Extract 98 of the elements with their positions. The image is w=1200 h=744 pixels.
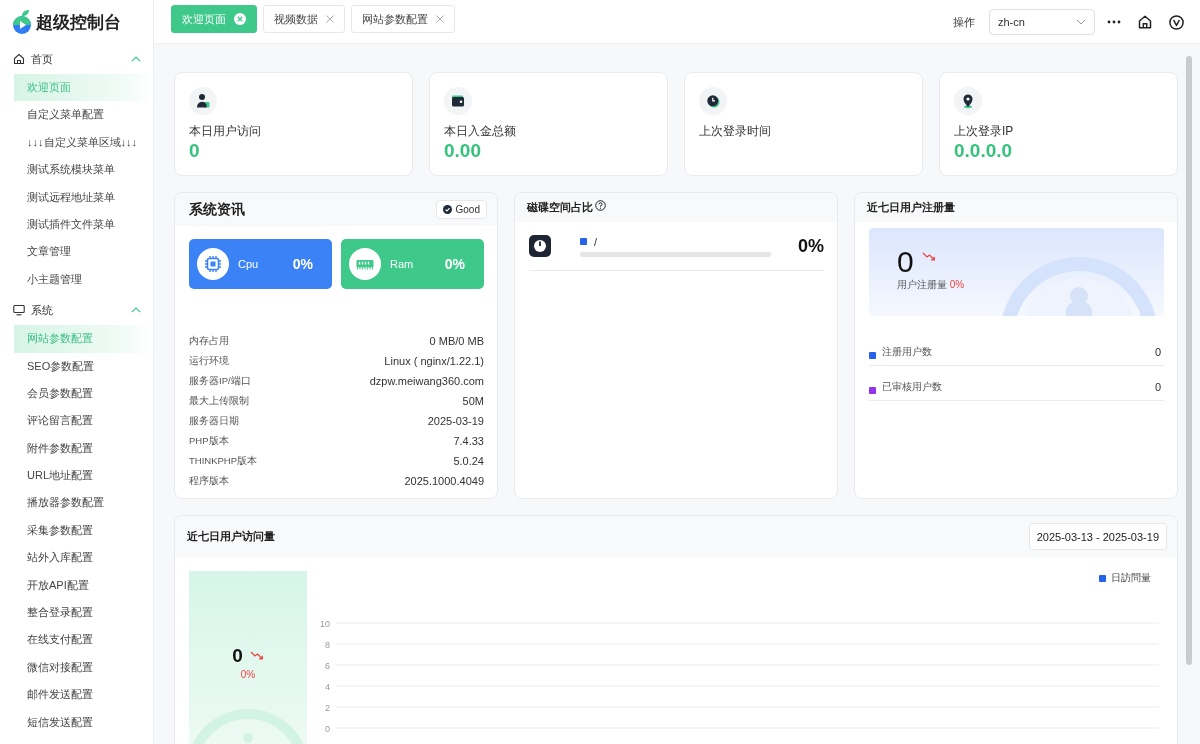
- location-pin-icon: [954, 87, 982, 115]
- menu-item[interactable]: 测试远程地址菜单: [14, 183, 153, 211]
- card-title: 磁碟空间占比: [527, 200, 593, 215]
- menu-item[interactable]: 文章管理: [14, 238, 153, 266]
- info-label: 程序版本: [189, 474, 229, 488]
- date-range-picker[interactable]: 2025-03-13 - 2025-03-19: [1028, 523, 1167, 550]
- axis-tick-label: 0: [325, 723, 330, 734]
- chevron-icon: [131, 56, 141, 62]
- info-label: THINKPHP版本: [189, 454, 258, 468]
- monitor-icon: [13, 304, 25, 317]
- axis-tick-label: 10: [320, 618, 330, 629]
- menu-item[interactable]: 自定义菜单配置: [14, 101, 153, 129]
- meter-label: Cpu: [238, 258, 259, 270]
- meter-label: Ram: [390, 258, 414, 270]
- visits-change: 0%: [240, 669, 256, 680]
- check-circle-icon: [442, 205, 452, 214]
- stat-label: 本日用户访问: [189, 123, 262, 139]
- info-label: 最大上传限制: [189, 394, 249, 408]
- axis-tick-label: 8: [325, 639, 330, 650]
- menu-item[interactable]: 邮件发送配置: [14, 681, 153, 709]
- legend-swatch-icon: [580, 238, 587, 245]
- operations-menu[interactable]: 操作: [953, 14, 975, 30]
- stat-label: 注册用户数: [882, 345, 932, 359]
- tab[interactable]: 视频数据: [263, 5, 345, 33]
- axis-tick-label: 6: [325, 660, 330, 671]
- apple-logo-icon: [10, 9, 34, 35]
- stat-value: 0: [1154, 380, 1161, 394]
- home-icon[interactable]: [1138, 15, 1152, 29]
- user-icon: [189, 87, 217, 115]
- info-value: dzpw.meiwang360.com: [369, 375, 484, 387]
- info-value: Linux ( nginx/1.22.1): [384, 355, 484, 367]
- info-label: 内存占用: [189, 334, 229, 348]
- menu-group-header[interactable]: 系统: [0, 295, 153, 326]
- caret-down-icon: [1076, 19, 1086, 25]
- stat-label: 本日入金总额: [444, 123, 517, 139]
- info-label: PHP版本: [189, 434, 229, 448]
- info-value: 0 MB/0 MB: [429, 335, 484, 347]
- menu-item[interactable]: 测试插件文件菜单: [14, 210, 153, 239]
- status-text: Good: [455, 204, 480, 215]
- chevron-circle-icon[interactable]: [1169, 14, 1184, 30]
- stat-value: 0: [1154, 345, 1161, 359]
- stat-value: 0.00: [444, 140, 482, 162]
- menu-item[interactable]: 整合登录配置: [14, 599, 153, 627]
- menu-item[interactable]: URL地址配置: [14, 462, 153, 490]
- partition-name: /: [594, 235, 598, 248]
- legend-label: 日訪問量: [1111, 571, 1151, 585]
- axis-tick-label: 2: [325, 702, 330, 713]
- menu-item[interactable]: 开放API配置: [14, 571, 153, 600]
- info-value: 5.0.24: [453, 455, 484, 467]
- info-value: 2025-03-19: [427, 415, 484, 427]
- info-value: 50M: [462, 395, 484, 407]
- registration-total: 0: [897, 246, 914, 278]
- gauge-icon: [529, 235, 551, 257]
- info-label: 服务器日期: [189, 414, 239, 428]
- menu-item[interactable]: ↓↓↓自定义菜单区域↓↓↓: [14, 128, 153, 157]
- menu-item[interactable]: 站外入库配置: [14, 544, 153, 572]
- stat-label: 已审核用户数: [882, 380, 942, 394]
- menu-item[interactable]: 附件参数配置: [14, 434, 153, 463]
- card-title: 近七日用户注册量: [867, 200, 955, 215]
- menu-item[interactable]: SEO参数配置: [14, 352, 153, 380]
- chevron-icon: [131, 307, 141, 314]
- menu-item[interactable]: 会员参数配置: [14, 379, 153, 408]
- meter-value: 0%: [444, 256, 465, 272]
- clock-icon: [699, 87, 727, 115]
- scrollbar-thumb[interactable]: [1186, 56, 1192, 665]
- usage-percent: 0%: [798, 235, 824, 257]
- info-value: 2025.1000.4049: [404, 475, 484, 487]
- menu-item[interactable]: 测试系统模块菜单: [14, 156, 153, 184]
- help-icon[interactable]: [595, 199, 606, 211]
- axis-tick-label: 4: [325, 681, 330, 692]
- menu-group-header[interactable]: 首页: [0, 44, 153, 74]
- stat-value: 0: [189, 140, 201, 162]
- info-value: 7.4.33: [453, 435, 484, 447]
- language-select[interactable]: zh-cn: [989, 9, 1095, 35]
- card-title: 系统资讯: [189, 200, 245, 219]
- info-label: 运行环境: [189, 354, 229, 368]
- stat-label: 上次登录IP: [954, 123, 1015, 139]
- meter-value: 0%: [292, 256, 313, 272]
- memory-icon: [349, 248, 381, 280]
- more-icon[interactable]: [1107, 20, 1121, 24]
- info-label: 服务器IP/端口: [189, 374, 251, 388]
- wallet-icon: [444, 87, 472, 115]
- stat-value: 0.0.0.0: [954, 140, 1014, 162]
- menu-item[interactable]: 小主题管理: [14, 265, 153, 294]
- card-title: 近七日用户访问量: [187, 529, 275, 544]
- home-icon: [13, 53, 25, 65]
- menu-item[interactable]: 短信发送配置: [14, 708, 153, 736]
- stat-label: 上次登录时间: [699, 123, 772, 139]
- menu-item[interactable]: 在线支付配置: [14, 626, 153, 654]
- app-title: 超级控制台: [36, 11, 121, 34]
- tab[interactable]: 网站参数配置: [351, 5, 455, 33]
- menu-item[interactable]: 微信对接配置: [14, 653, 153, 682]
- cpu-icon: [197, 248, 229, 280]
- menu-item[interactable]: 采集参数配置: [14, 516, 153, 545]
- registration-caption: 用户注册量 0%: [897, 278, 965, 292]
- menu-item[interactable]: 评论留言配置: [14, 407, 153, 435]
- visits-total: 0: [232, 645, 243, 667]
- menu-item[interactable]: 播放器参数配置: [14, 489, 153, 517]
